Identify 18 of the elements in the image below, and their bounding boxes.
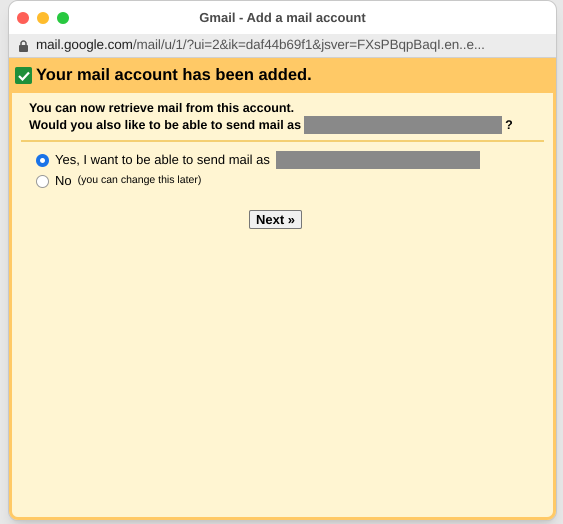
radio-button[interactable] (36, 154, 49, 166)
zoom-button[interactable] (57, 12, 69, 24)
url-text: mail.google.com/mail/u/1/?ui=2&ik=daf44b69f1&jsver=FXsPBqpBaqI.en..e... (36, 36, 485, 54)
next-button[interactable]: Next » (248, 210, 302, 229)
intro-text: You can now retrieve mail from this account. (29, 100, 296, 116)
option-label: No (55, 172, 72, 190)
question-mark: ? (505, 117, 513, 133)
window-title: Gmail - Add a mail account (199, 8, 366, 27)
checkmark-icon (18, 70, 30, 80)
address-bar[interactable]: mail.google.com/mail/u/1/?ui=2&ik=daf44b69f1&jsver=FXsPBqpBaqI.en..e... (9, 34, 556, 58)
intro-question: Would you also like to be able to send mail as (29, 117, 302, 133)
option-note: (you can change this later) (78, 173, 202, 188)
lock-icon (19, 40, 28, 52)
minimize-button[interactable] (37, 12, 49, 24)
close-button[interactable] (17, 12, 29, 24)
banner-title: Your mail account has been added. (36, 65, 312, 86)
option-label: Yes, I want to be able to send mail as (55, 151, 270, 170)
radio-button[interactable] (36, 174, 49, 188)
